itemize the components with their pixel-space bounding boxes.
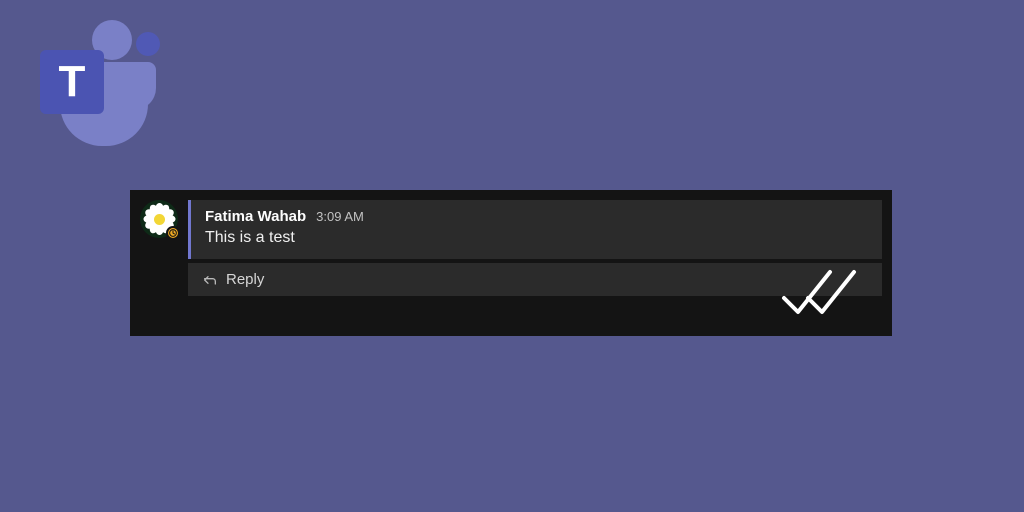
message-text: This is a test [205, 229, 868, 247]
message-card: Fatima Wahab 3:09 AM This is a test Repl… [130, 190, 892, 336]
author-name: Fatima Wahab [205, 208, 306, 225]
message-body: Fatima Wahab 3:09 AM This is a test Repl… [188, 200, 882, 296]
avatar[interactable] [140, 200, 178, 238]
reply-button[interactable]: Reply [188, 263, 882, 296]
reply-icon [202, 272, 218, 288]
message-bubble[interactable]: Fatima Wahab 3:09 AM This is a test [188, 200, 882, 259]
message-row: Fatima Wahab 3:09 AM This is a test Repl… [140, 200, 882, 296]
presence-away-icon [166, 226, 180, 240]
reply-label: Reply [226, 271, 264, 288]
message-header: Fatima Wahab 3:09 AM [205, 208, 868, 225]
logo-letter: T [59, 57, 86, 106]
message-time: 3:09 AM [316, 209, 364, 224]
teams-logo: T [22, 14, 162, 154]
